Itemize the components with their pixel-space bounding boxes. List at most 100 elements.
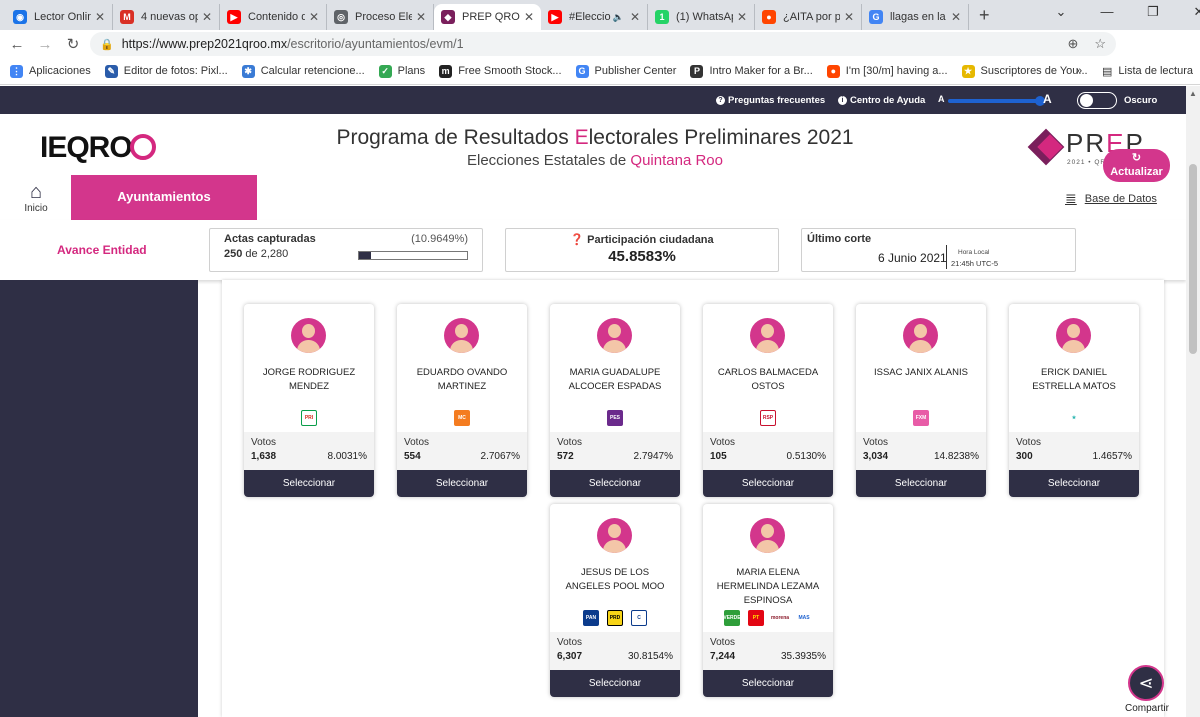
browser-tab[interactable]: ◎ Proceso Elec ✕ bbox=[327, 4, 434, 30]
votes-label: Votos bbox=[251, 437, 277, 448]
avatar-body bbox=[450, 340, 473, 353]
party-logo-icon: PRI bbox=[301, 410, 317, 426]
browser-tab[interactable]: Gllagas en la ✕ bbox=[862, 4, 969, 30]
corte-label: Último corte bbox=[807, 233, 872, 245]
avatar-body bbox=[909, 340, 932, 353]
back-icon[interactable]: ← bbox=[6, 36, 28, 53]
votes-count: 105 bbox=[710, 451, 727, 462]
party-logos: MC bbox=[397, 410, 527, 426]
select-candidate-button[interactable]: Seleccionar bbox=[244, 470, 374, 497]
tab-title: Proceso Elec bbox=[355, 11, 412, 23]
tab-title: Contenido d bbox=[248, 11, 305, 23]
avatar-head bbox=[608, 324, 621, 338]
bookmark-favicon-icon: ● bbox=[826, 64, 840, 78]
participacion-label: Participación ciudadana bbox=[587, 234, 714, 246]
bookmark-item[interactable]: P Intro Maker for a Br... bbox=[690, 64, 813, 78]
minimize-icon[interactable]: — bbox=[1084, 4, 1130, 20]
url-field[interactable]: 🔒 https://www.prep2021qroo.mx/escritorio… bbox=[90, 32, 1116, 56]
close-window-icon[interactable]: ✕ bbox=[1176, 4, 1200, 20]
bookmark-item[interactable]: ✱ Calcular retencione... bbox=[241, 64, 365, 78]
tab-close-icon[interactable]: ✕ bbox=[524, 10, 534, 24]
candidate-name: MARIA GUADALUPE ALCOCER ESPADAS bbox=[568, 367, 662, 392]
votes-percent: 0.5130% bbox=[786, 451, 826, 462]
bookmark-star-icon[interactable]: ☆ bbox=[1094, 36, 1106, 52]
browser-tab[interactable]: ◆ PREP QROO ✕ bbox=[434, 4, 541, 30]
votes-count: 300 bbox=[1016, 451, 1033, 462]
ieqroo-logo[interactable]: IEQRO bbox=[40, 131, 156, 165]
avatar-head bbox=[761, 524, 774, 538]
bookmark-item[interactable]: m Free Smooth Stock... bbox=[439, 64, 562, 78]
select-candidate-button[interactable]: Seleccionar bbox=[703, 670, 833, 697]
party-logos: PRI bbox=[244, 410, 374, 426]
avance-entidad-label[interactable]: Avance Entidad bbox=[57, 243, 147, 257]
votes-count: 572 bbox=[557, 451, 574, 462]
votes-count: 7,244 bbox=[710, 651, 736, 662]
candidate-name: JESUS DE LOS ANGELES POOL MOO bbox=[565, 567, 665, 592]
browser-tab[interactable]: M 4 nuevas op ✕ bbox=[113, 4, 220, 30]
share-label: Compartir bbox=[1125, 703, 1169, 714]
faq-link[interactable]: ? Preguntas frecuentes bbox=[716, 95, 825, 106]
tab-close-icon[interactable]: ✕ bbox=[416, 10, 426, 24]
tab-close-icon[interactable]: ✕ bbox=[951, 10, 961, 24]
browser-tab[interactable]: ▶ #Eleccio 🔈 ✕ bbox=[541, 4, 648, 30]
select-candidate-button[interactable]: Seleccionar bbox=[856, 470, 986, 497]
select-candidate-button[interactable]: Seleccionar bbox=[550, 470, 680, 497]
scroll-up-icon[interactable]: ▲ bbox=[1189, 89, 1197, 98]
bookmark-item[interactable]: G Publisher Center bbox=[575, 64, 676, 78]
home-nav[interactable]: ⌂ Inicio bbox=[18, 181, 54, 214]
tab-close-icon[interactable]: ✕ bbox=[844, 10, 854, 24]
restore-icon[interactable]: ❐ bbox=[1130, 4, 1176, 20]
share-button[interactable]: ⋖ Compartir bbox=[1125, 665, 1169, 717]
browser-tab[interactable]: ● ¿AITA por p ✕ bbox=[755, 4, 862, 30]
help-center-link[interactable]: i Centro de Ayuda bbox=[838, 95, 925, 106]
tab-favicon-icon: G bbox=[869, 10, 883, 24]
avatar-head bbox=[761, 324, 774, 338]
browser-tab[interactable]: ◉ Lector Onlin ✕ bbox=[6, 4, 113, 30]
select-candidate-button[interactable]: Seleccionar bbox=[1009, 470, 1139, 497]
page-scrollbar[interactable]: ▲ bbox=[1186, 86, 1200, 717]
select-candidate-button[interactable]: Seleccionar bbox=[703, 470, 833, 497]
font-size-slider[interactable] bbox=[948, 96, 1045, 106]
forward-icon[interactable]: → bbox=[34, 36, 56, 53]
browser-tab[interactable]: ▶ Contenido d ✕ bbox=[220, 4, 327, 30]
tab-close-icon[interactable]: ✕ bbox=[630, 10, 640, 24]
select-candidate-button[interactable]: Seleccionar bbox=[550, 670, 680, 697]
browser-tab[interactable]: 1 (1) WhatsAp ✕ bbox=[648, 4, 755, 30]
tab-favicon-icon: M bbox=[120, 10, 134, 24]
candidate-name: JORGE RODRIGUEZ MENDEZ bbox=[262, 367, 356, 392]
question-circle-icon[interactable]: ❓ bbox=[570, 234, 584, 246]
tab-close-icon[interactable]: ✕ bbox=[737, 10, 747, 24]
bookmark-item[interactable]: ✓ Plans bbox=[378, 64, 425, 78]
tab-ayuntamientos[interactable]: Ayuntamientos bbox=[71, 175, 257, 220]
bookmark-item[interactable]: ★ Suscriptores de You... bbox=[961, 64, 1088, 78]
dark-mode-toggle[interactable] bbox=[1077, 92, 1117, 109]
party-logo-icon: ★ bbox=[1066, 410, 1082, 426]
avatar-icon bbox=[597, 318, 632, 353]
tab-audio-icon[interactable]: 🔈 bbox=[613, 12, 624, 23]
candidate-card: CARLOS BALMACEDA OSTOS RSP Votos 105 0.5130%… bbox=[703, 304, 833, 497]
refresh-button[interactable]: ↻ Actualizar bbox=[1103, 149, 1170, 182]
bookmark-item[interactable]: ⋮ Aplicaciones bbox=[10, 64, 91, 78]
scrollbar-thumb[interactable] bbox=[1189, 164, 1197, 354]
votes-count: 554 bbox=[404, 451, 421, 462]
reading-list[interactable]: ▤ Lista de lectura bbox=[1102, 65, 1193, 78]
more-bookmarks-icon[interactable]: » bbox=[1076, 65, 1082, 77]
tab-close-icon[interactable]: ✕ bbox=[202, 10, 212, 24]
candidate-card: JESUS DE LOS ANGELES POOL MOO PAN PRD C Voto… bbox=[550, 504, 680, 697]
zoom-icon[interactable]: ⊕ bbox=[1067, 36, 1078, 52]
database-link[interactable]: ≣ Base de Datos bbox=[1065, 190, 1157, 207]
reload-icon[interactable]: ↻ bbox=[62, 35, 84, 53]
new-tab-icon[interactable]: + bbox=[979, 5, 990, 26]
bookmark-item[interactable]: ✎ Editor de fotos: Pixl... bbox=[104, 64, 228, 78]
avatar-icon bbox=[750, 518, 785, 553]
tab-search-icon[interactable]: ⌄ bbox=[1038, 4, 1084, 20]
tab-close-icon[interactable]: ✕ bbox=[95, 10, 105, 24]
party-logo-icon: PRD bbox=[607, 610, 623, 626]
page-title: Programa de Resultados Electorales Preli… bbox=[300, 126, 890, 150]
tab-close-icon[interactable]: ✕ bbox=[309, 10, 319, 24]
bookmark-label: Free Smooth Stock... bbox=[458, 65, 562, 77]
bookmark-label: Editor de fotos: Pixl... bbox=[123, 65, 228, 77]
bookmark-item[interactable]: ● I'm [30/m] having a... bbox=[826, 64, 948, 78]
select-candidate-button[interactable]: Seleccionar bbox=[397, 470, 527, 497]
candidate-name: CARLOS BALMACEDA OSTOS bbox=[717, 367, 819, 392]
